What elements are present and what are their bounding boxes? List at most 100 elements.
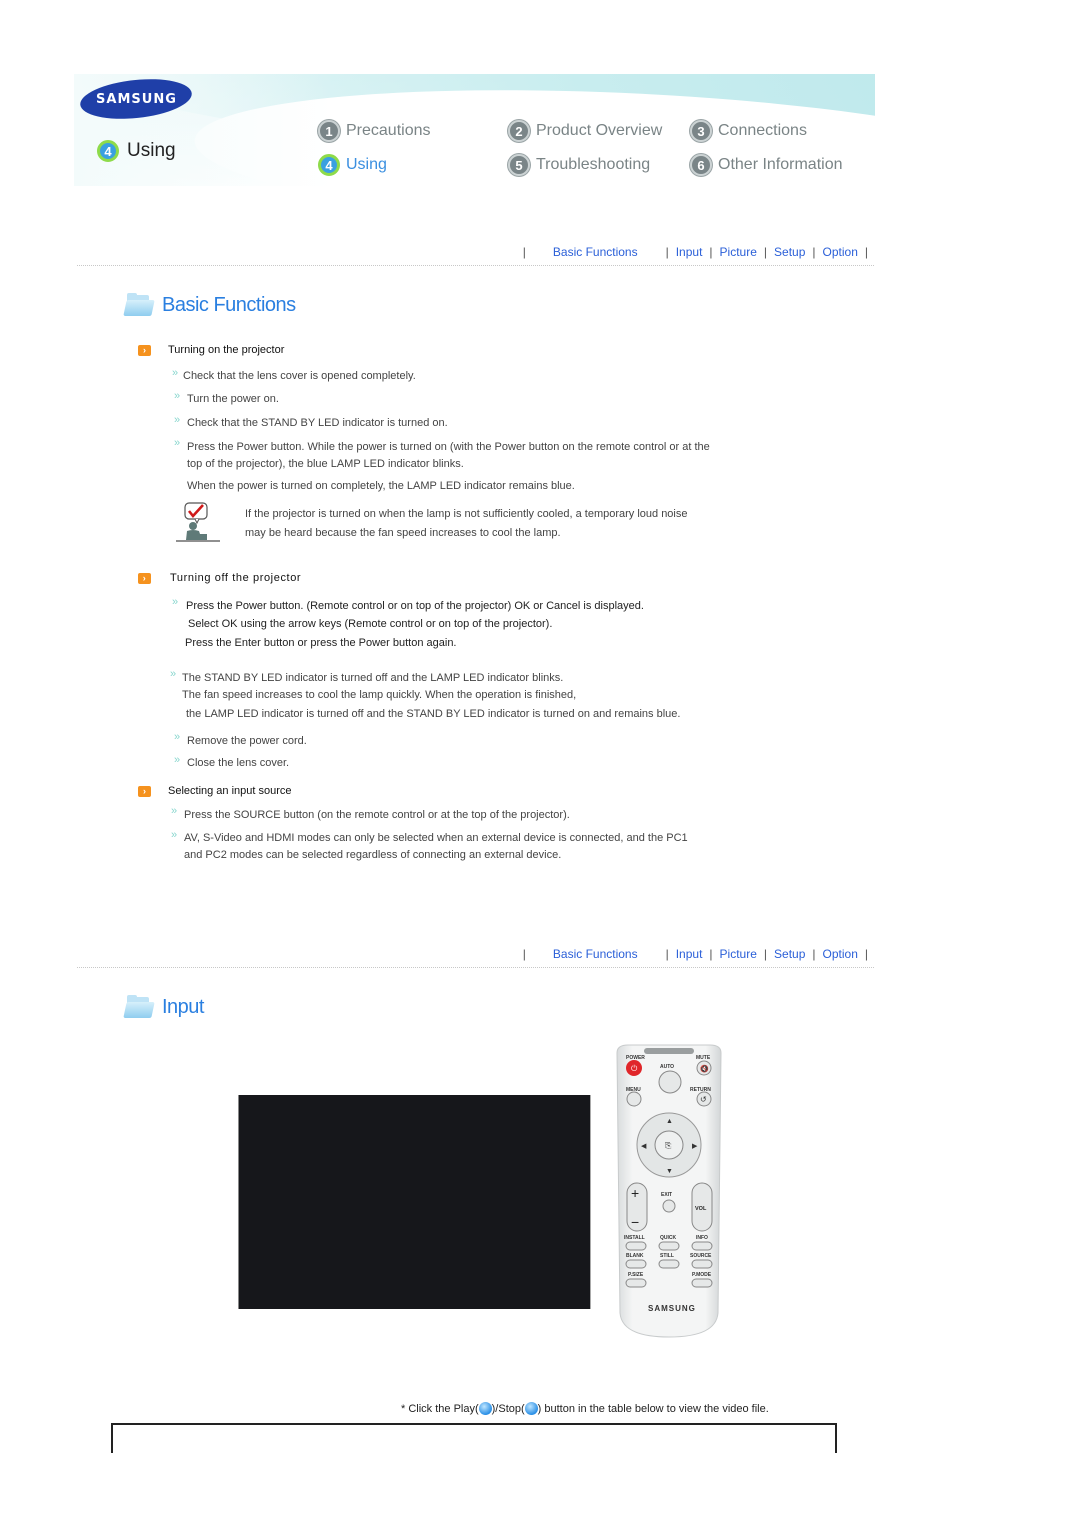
nav-using[interactable]: 4 Using: [318, 154, 387, 176]
number-2-icon: 2: [508, 120, 530, 142]
nav-product-overview[interactable]: 2 Product Overview: [508, 120, 662, 142]
section-heading-input: Input: [123, 995, 204, 1019]
subnav-option[interactable]: Option: [823, 947, 858, 961]
svg-text:🔇: 🔇: [700, 1064, 709, 1073]
section-number-icon: 4: [97, 140, 119, 162]
folder-icon: [123, 293, 155, 317]
folder-icon: [123, 995, 155, 1019]
remote-label-power: POWER: [626, 1055, 645, 1061]
subheading-turning-off: › Turning off the projector: [138, 572, 301, 584]
subnav-setup[interactable]: Setup: [774, 245, 805, 259]
subnav-basic-functions[interactable]: Basic Functions: [553, 245, 638, 259]
subnav-bottom: | Basic Functions | Input | Picture | Se…: [516, 947, 875, 961]
remote-brand: SAMSUNG: [648, 1304, 696, 1313]
number-3-icon: 3: [690, 120, 712, 142]
arrow-bullet-icon: »: [174, 754, 181, 766]
note-text: If the projector is turned on when the l…: [245, 508, 688, 520]
remote-label-psize: P.SIZE: [628, 1272, 644, 1278]
current-section-label: Using: [127, 140, 176, 161]
subheading-input-source: › Selecting an input source: [138, 785, 292, 797]
subheading-text: Turning on the projector: [168, 344, 285, 356]
subnav-picture[interactable]: Picture: [720, 245, 757, 259]
play-icon: [478, 1402, 492, 1415]
subheading-text: Turning off the projector: [170, 572, 302, 584]
subnav-setup[interactable]: Setup: [774, 947, 805, 961]
remote-label-return: RETURN: [690, 1087, 711, 1093]
separator: |: [763, 245, 768, 259]
step-text: and PC2 modes can be selected regardless…: [184, 849, 562, 861]
nav-label: Other Information: [718, 156, 843, 173]
nav-label: Connections: [718, 122, 807, 139]
svg-text:◀: ◀: [641, 1143, 647, 1150]
caption-suffix: ) button in the table below to view the …: [537, 1402, 769, 1415]
subnav-input[interactable]: Input: [676, 947, 703, 961]
section-heading-basic-functions: Basic Functions: [123, 293, 296, 317]
arrow-bullet-icon: »: [174, 390, 181, 402]
nav-troubleshooting[interactable]: 5 Troubleshooting: [508, 154, 650, 176]
svg-text:−: −: [631, 1214, 639, 1230]
svg-text:▲: ▲: [666, 1118, 673, 1125]
chevron-right-icon: ›: [138, 785, 151, 797]
caption-middle: )/Stop(: [491, 1402, 525, 1415]
separator: |: [812, 947, 816, 961]
remote-label-pmode: P.MODE: [692, 1272, 712, 1278]
video-caption: * Click the Play( )/Stop( ) button in th…: [401, 1402, 769, 1415]
arrow-bullet-icon: »: [174, 437, 181, 449]
video-player[interactable]: [238, 1095, 591, 1309]
arrow-bullet-icon: »: [172, 596, 179, 608]
caption-prefix: * Click the Play(: [401, 1402, 479, 1415]
step-text: the LAMP LED indicator is turned off and…: [186, 708, 681, 720]
step-text: Press the Enter button or press the Powe…: [185, 637, 457, 649]
nav-precautions[interactable]: 1 Precautions: [318, 120, 431, 142]
divider: [77, 967, 874, 968]
nav-label: Using: [346, 156, 387, 173]
subnav-top: | Basic Functions | Input | Picture | Se…: [516, 245, 875, 259]
number-6-icon: 6: [690, 154, 712, 176]
separator: |: [864, 245, 868, 259]
separator: |: [812, 245, 816, 259]
remote-control-image: POWER ⏻ AUTO MUTE 🔇 MENU RETURN ↺ ⎘ ▲ ▼ …: [616, 1044, 722, 1338]
arrow-bullet-icon: »: [174, 731, 181, 743]
arrow-bullet-icon: »: [171, 805, 178, 817]
subheading-turning-on: › Turning on the projector: [138, 344, 284, 356]
video-table: [111, 1423, 837, 1453]
remote-label-source: SOURCE: [690, 1253, 712, 1259]
remote-label-mute: MUTE: [696, 1055, 711, 1061]
step-text: Check that the STAND BY LED indicator is…: [187, 417, 448, 429]
step-text: Turn the power on.: [187, 393, 279, 405]
chevron-right-icon: ›: [138, 344, 151, 356]
remote-label-auto: AUTO: [660, 1064, 674, 1070]
subnav-picture[interactable]: Picture: [720, 947, 757, 961]
arrow-bullet-icon: »: [170, 668, 177, 680]
current-section: 4 Using: [97, 140, 176, 162]
subnav-input[interactable]: Input: [676, 245, 703, 259]
section-title: Input: [162, 995, 204, 1018]
separator: |: [864, 947, 868, 961]
remote-label-exit: EXIT: [661, 1192, 672, 1198]
step-text: When the power is turned on completely, …: [187, 480, 575, 492]
separator: |: [709, 947, 713, 961]
step-text: Check that the lens cover is opened comp…: [183, 370, 416, 382]
step-text: top of the projector), the blue LAMP LED…: [187, 458, 464, 470]
svg-text:+: +: [631, 1185, 639, 1201]
svg-text:⏻: ⏻: [631, 1064, 638, 1073]
step-text: Press the SOURCE button (on the remote c…: [184, 809, 570, 821]
subnav-option[interactable]: Option: [823, 245, 858, 259]
remote-label-install: INSTALL: [624, 1235, 645, 1241]
remote-label-blank: BLANK: [626, 1253, 644, 1259]
subnav-basic-functions[interactable]: Basic Functions: [553, 947, 638, 961]
separator: |: [522, 947, 526, 961]
samsung-logo-text: SAMSUNG: [95, 91, 177, 107]
nav-other-information[interactable]: 6 Other Information: [690, 154, 843, 176]
nav-connections[interactable]: 3 Connections: [690, 120, 807, 142]
svg-text:⎘: ⎘: [665, 1141, 672, 1150]
arrow-bullet-icon: »: [172, 367, 179, 379]
divider: [77, 265, 874, 266]
separator: |: [709, 245, 713, 259]
step-text: Remove the power cord.: [187, 735, 307, 747]
number-4-icon: 4: [318, 154, 340, 176]
remote-label-quick: QUICK: [660, 1235, 677, 1241]
nav-label: Product Overview: [536, 122, 663, 139]
svg-text:▼: ▼: [666, 1168, 673, 1175]
step-text: The STAND BY LED indicator is turned off…: [182, 672, 564, 684]
